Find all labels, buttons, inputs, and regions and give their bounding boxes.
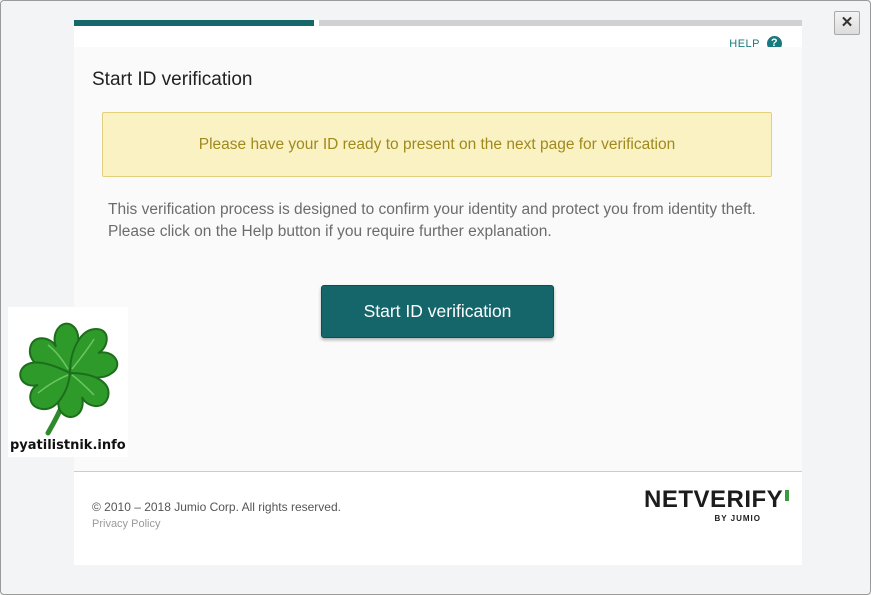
verification-dialog: HELP ? Start ID verification Please have… xyxy=(74,20,802,565)
brand-mark-icon xyxy=(785,490,790,501)
progress-bar xyxy=(74,20,802,26)
four-leaf-clover-icon xyxy=(19,322,119,436)
progress-step-active xyxy=(74,20,314,26)
privacy-policy-link[interactable]: Privacy Policy xyxy=(92,518,160,530)
main-panel: Start ID verification Please have your I… xyxy=(74,47,802,471)
description-text: This verification process is designed to… xyxy=(108,201,756,240)
progress-step-remaining xyxy=(319,20,802,26)
notice-banner: Please have your ID ready to present on … xyxy=(102,112,772,177)
copyright-text: © 2010 – 2018 Jumio Corp. All rights res… xyxy=(92,500,341,514)
footer-divider xyxy=(74,471,802,472)
close-icon: ✕ xyxy=(840,14,854,31)
netverify-logo: NETVERIFY BY JUMIO xyxy=(644,486,790,523)
page-title: Start ID verification xyxy=(92,69,253,90)
brand-sub: BY JUMIO xyxy=(714,514,761,523)
close-button[interactable]: ✕ xyxy=(834,11,860,35)
start-verification-button[interactable]: Start ID verification xyxy=(321,285,554,338)
notice-text: Please have your ID ready to present on … xyxy=(198,135,676,153)
watermark-text: pyatilistnik.info xyxy=(10,438,126,453)
watermark: pyatilistnik.info xyxy=(8,307,128,457)
brand-name: NETVERIFY xyxy=(644,486,784,513)
